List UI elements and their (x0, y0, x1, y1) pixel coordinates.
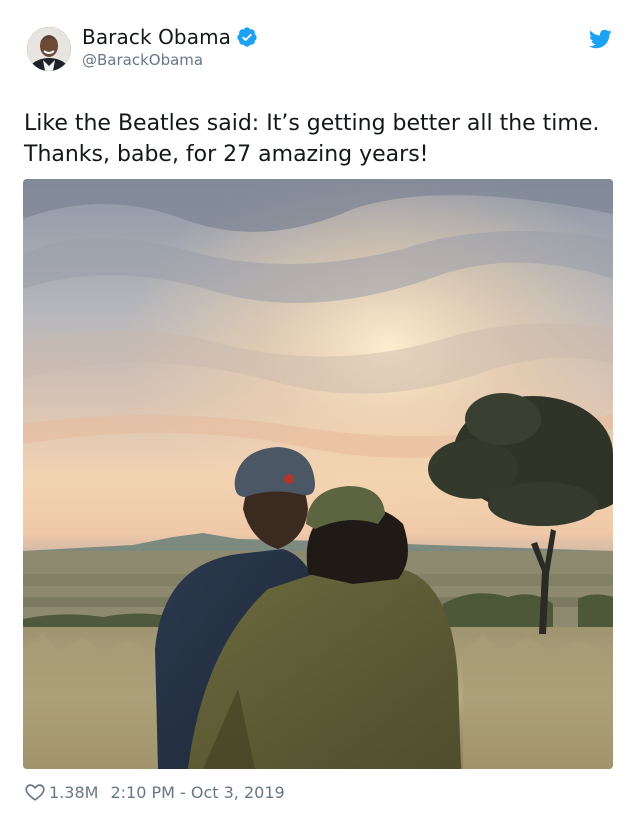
avatar[interactable] (27, 27, 71, 71)
author-handle[interactable]: @BarackObama (82, 51, 203, 69)
sunset-safari-photo (23, 179, 613, 769)
tweet-text: Like the Beatles said: It’s getting bett… (24, 108, 624, 170)
like-count[interactable]: 1.38M (49, 783, 98, 802)
tweet-text-line: Thanks, babe, for 27 amazing years! (24, 142, 429, 167)
avatar-image (27, 27, 71, 71)
tweet-footer: 1.38M 2:10 PM - Oct 3, 2019 (24, 780, 285, 804)
twitter-bird-icon[interactable] (588, 27, 612, 51)
heart-icon[interactable] (24, 781, 46, 803)
author-name-row: Barack Obama (82, 25, 258, 49)
tweet-timestamp[interactable]: 2:10 PM - Oct 3, 2019 (110, 783, 284, 802)
tweet-photo[interactable] (23, 179, 613, 769)
author-display-name[interactable]: Barack Obama (82, 25, 231, 49)
tweet-header: Barack Obama @BarackObama (0, 0, 640, 90)
verified-badge-icon (236, 26, 258, 48)
tweet-text-line: Like the Beatles said: It’s getting bett… (24, 111, 600, 136)
